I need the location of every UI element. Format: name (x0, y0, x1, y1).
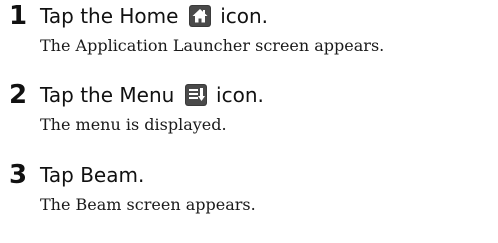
step-result: The Application Launcher screen appears. (40, 36, 385, 55)
step-number: 3 (9, 160, 28, 190)
instruction-text: Tap Beam. (40, 163, 145, 187)
instruction-text-end: icon. (220, 4, 269, 28)
step-number: 2 (9, 80, 28, 110)
step-instruction: Tap the Home icon. (40, 3, 268, 29)
home-icon (188, 5, 211, 27)
menu-icon (184, 84, 207, 106)
step-result: The Beam screen appears. (40, 195, 256, 214)
step-instruction: Tap Beam. (40, 162, 144, 188)
instruction-text: Tap the Home (40, 4, 179, 28)
step-instruction: Tap the Menu icon. (40, 82, 264, 108)
step-number: 1 (9, 1, 28, 31)
step-result: The menu is displayed. (40, 115, 227, 134)
instruction-text-end: icon. (216, 83, 264, 107)
instruction-text: Tap the Menu (40, 83, 175, 107)
